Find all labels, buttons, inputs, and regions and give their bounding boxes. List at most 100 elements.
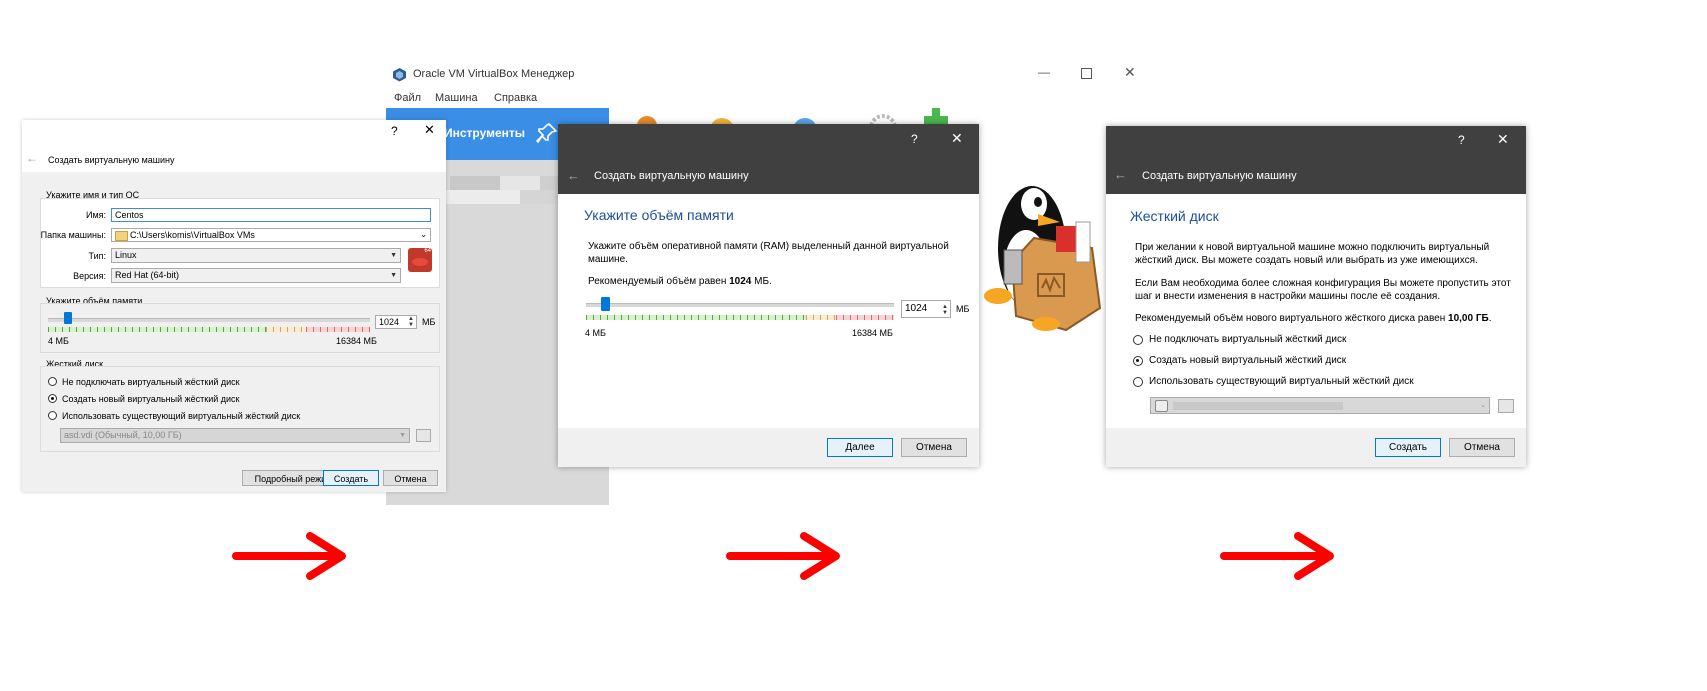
memory-spinbox[interactable]: 1024 ▲ ▼ (375, 315, 417, 329)
radio-no-disk-label[interactable]: Не подключать виртуальный жёсткий диск (62, 377, 240, 387)
memory-slider[interactable] (48, 318, 370, 322)
recommended-value: 1024 (729, 276, 752, 287)
dropdown-arrow-icon: ⌄ (1480, 402, 1486, 409)
dialog-header: ? ✕ ← Создать виртуальную машину (1106, 126, 1526, 194)
manager-titlebar: Oracle VM VirtualBox Менеджер — ✕ (384, 62, 1149, 88)
memory-unit: МБ (956, 304, 970, 314)
create-vm-disk-dialog: ? ✕ ← Создать виртуальную машину Жесткий… (1106, 126, 1526, 467)
memory-max-label: 16384 МБ (336, 336, 377, 346)
folder-combo[interactable]: C:\Users\komis\VirtualBox VMs ⌄ (111, 228, 431, 242)
cancel-button[interactable]: Отмена (1449, 438, 1515, 457)
minimize-button[interactable]: — (1038, 65, 1050, 79)
redhat-icon: 64 (408, 248, 432, 272)
close-button[interactable]: ✕ (951, 130, 963, 147)
type-combo[interactable]: Linux ▼ (111, 248, 401, 263)
choose-disk-folder-icon (416, 429, 431, 442)
help-button[interactable]: ? (391, 124, 398, 138)
close-button[interactable]: ✕ (424, 122, 435, 138)
dialog-body: Жесткий диск При желании к новой виртуал… (1106, 194, 1526, 428)
manager-title: Oracle VM VirtualBox Менеджер (413, 68, 575, 80)
recommended-prefix: Рекомендуемый объём нового виртуального … (1135, 313, 1449, 324)
radio-existing-disk-label[interactable]: Использовать существующий виртуальный жё… (62, 411, 300, 421)
memory-danger-zone (306, 327, 370, 332)
manager-menubar: Файл Машина Справка (384, 88, 1149, 108)
memory-value: 1024 (905, 303, 928, 314)
dialog-title: Создать виртуальную машину (48, 155, 175, 165)
back-arrow-icon[interactable]: ← (1114, 167, 1127, 182)
disk-config-text: Если Вам необходима более сложная конфиг… (1135, 278, 1511, 302)
cancel-button[interactable]: Отмена (383, 470, 438, 486)
memory-spinbox[interactable]: 1024 ▲ ▼ (901, 300, 951, 318)
menu-help[interactable]: Справка (494, 92, 537, 104)
radio-no-disk[interactable] (1133, 335, 1143, 345)
radio-no-disk-label[interactable]: Не подключать виртуальный жёсткий диск (1149, 334, 1346, 345)
memory-value: 1024 (379, 317, 400, 327)
penguin-toolbox-illustration (984, 186, 1102, 332)
type-label: Тип: (88, 251, 106, 261)
existing-disk-value: asd.vdi (Обычный, 10,00 ГБ) (64, 430, 182, 440)
memory-safe-zone (586, 315, 806, 320)
recommended-prefix: Рекомендуемый объём равен (588, 276, 730, 287)
chevron-down-icon: ⌄ (420, 230, 427, 239)
pin-icon[interactable] (536, 122, 558, 144)
menu-machine[interactable]: Машина (435, 92, 478, 104)
recommended-suffix: . (1488, 313, 1492, 324)
back-arrow-icon[interactable]: ← (26, 151, 38, 165)
radio-existing-disk-label[interactable]: Использовать существующий виртуальный жё… (1149, 376, 1414, 387)
memory-slider[interactable] (586, 303, 894, 307)
spin-arrows-icon[interactable]: ▲ ▼ (942, 304, 948, 316)
step-title: Укажите объём памяти (584, 207, 734, 223)
memory-max-label: 16384 МБ (852, 328, 893, 338)
virtualbox-logo-icon (393, 68, 406, 82)
disk-intro-text: При желании к новой виртуальной машине м… (1135, 242, 1490, 266)
memory-warn-zone (266, 327, 306, 332)
version-value: Red Hat (64-bit) (115, 270, 180, 280)
create-vm-expert-dialog: ? ✕ ← Создать виртуальную машину Укажите… (22, 120, 446, 492)
help-button[interactable]: ? (1458, 133, 1465, 147)
create-button[interactable]: Создать (1375, 438, 1441, 457)
memory-warn-zone (806, 315, 836, 320)
recommended-memory-text: Рекомендуемый объём равен 1024 МБ. (588, 275, 772, 288)
radio-create-disk[interactable] (48, 394, 57, 403)
window-close-button[interactable]: ✕ (1124, 64, 1136, 81)
dialog-body: Укажите объём памяти Укажите объём опера… (558, 194, 979, 428)
memory-danger-zone (836, 315, 894, 320)
step-title: Жесткий диск (1130, 208, 1219, 224)
recommended-suffix: МБ. (751, 276, 772, 287)
name-label: Имя: (85, 210, 106, 220)
next-button[interactable]: Далее (827, 438, 893, 457)
dropdown-arrow-icon: ▼ (390, 272, 397, 279)
dialog-header: ? ✕ ← Создать виртуальную машину (558, 124, 979, 194)
cancel-button[interactable]: Отмена (901, 438, 967, 457)
spin-arrows-icon[interactable]: ▲ ▼ (408, 316, 414, 328)
existing-disk-combo: ⌄ (1150, 397, 1490, 414)
radio-existing-disk[interactable] (1133, 377, 1143, 387)
memory-slider-handle[interactable] (63, 312, 72, 324)
folder-icon (115, 231, 128, 241)
menu-file[interactable]: Файл (394, 92, 421, 104)
dialog-title: Создать виртуальную машину (594, 170, 749, 182)
dropdown-arrow-icon: ▼ (399, 432, 406, 439)
memory-unit: МБ (422, 317, 436, 327)
memory-slider-handle[interactable] (601, 297, 611, 311)
recommended-value: 10,00 ГБ (1448, 313, 1489, 324)
radio-no-disk[interactable] (48, 377, 57, 386)
close-button[interactable]: ✕ (1497, 131, 1509, 148)
radio-create-disk-label[interactable]: Создать новый виртуальный жёсткий диск (62, 394, 239, 404)
name-input[interactable]: Centos (111, 208, 431, 222)
create-vm-memory-dialog: ? ✕ ← Создать виртуальную машину Укажите… (558, 124, 979, 467)
radio-create-disk-label[interactable]: Создать новый виртуальный жёсткий диск (1149, 355, 1346, 366)
right-arrow-icon (232, 532, 346, 580)
folder-value: C:\Users\komis\VirtualBox VMs (130, 230, 255, 240)
maximize-button[interactable] (1081, 68, 1092, 79)
create-button[interactable]: Создать (323, 470, 379, 486)
version-combo[interactable]: Red Hat (64-bit) ▼ (111, 268, 401, 283)
memory-min-label: 4 МБ (48, 336, 69, 346)
recommended-disk-text: Рекомендуемый объём нового виртуального … (1135, 312, 1491, 325)
back-arrow-icon[interactable]: ← (567, 168, 580, 183)
help-button[interactable]: ? (911, 132, 918, 146)
radio-existing-disk[interactable] (48, 411, 57, 420)
radio-create-disk[interactable] (1133, 356, 1143, 366)
type-value: Linux (115, 250, 137, 260)
choose-disk-folder-icon (1498, 399, 1514, 413)
